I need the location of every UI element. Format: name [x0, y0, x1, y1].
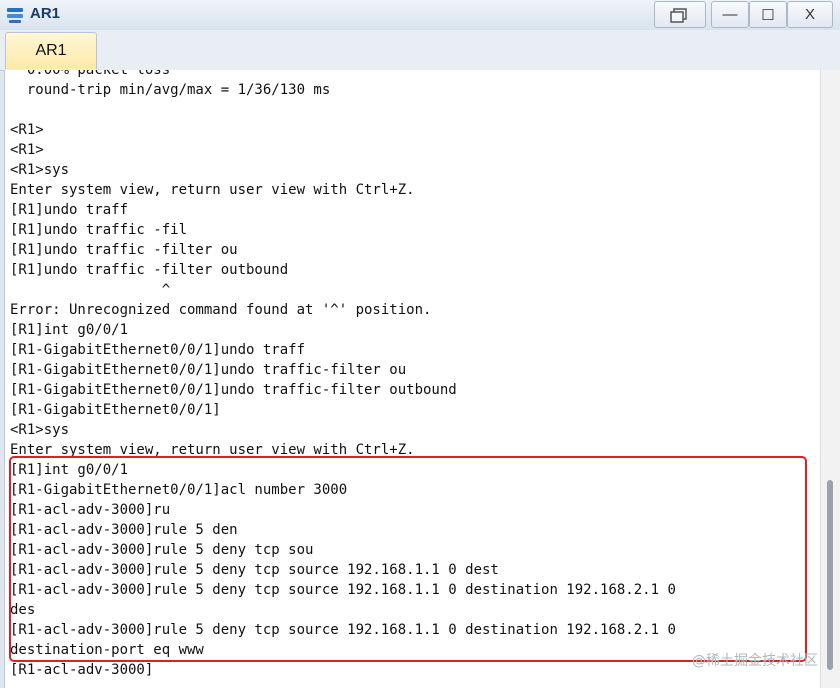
- terminal-line: round-trip min/avg/max = 1/36/130 ms: [10, 82, 331, 98]
- restore-window-icon: [670, 7, 687, 23]
- tab-strip: AR1: [0, 30, 840, 71]
- tab-label: AR1: [35, 42, 67, 59]
- maximize-icon: ☐: [761, 6, 775, 24]
- title-bar: AR1 — ☐ X: [0, 0, 840, 31]
- minimize-button[interactable]: —: [711, 1, 749, 28]
- terminal-line: [R1-acl-adv-3000]: [10, 662, 154, 678]
- maximize-button[interactable]: ☐: [749, 1, 787, 28]
- window-title: AR1: [30, 5, 61, 22]
- terminal-line: [R1]undo traffic -fil: [10, 222, 188, 238]
- terminal-line: <R1>sys: [10, 162, 70, 178]
- highlight-box: [9, 456, 807, 662]
- terminal-line: [R1-GigabitEthernet0/0/1]undo traffic-fi…: [10, 362, 407, 378]
- terminal-line: ^: [10, 282, 171, 298]
- terminal-line: <R1>: [10, 122, 44, 138]
- terminal-line: [R1-GigabitEthernet0/0/1]: [10, 402, 221, 418]
- terminal-line: <R1>sys: [10, 422, 70, 438]
- terminal-line: [R1]undo traff: [10, 202, 129, 218]
- watermark: @稀土掘金技术社区: [692, 653, 818, 669]
- terminal-line: <R1>: [10, 142, 44, 158]
- tab-ar1[interactable]: AR1: [5, 32, 97, 69]
- terminal-line: [R1]undo traffic -filter ou: [10, 242, 238, 258]
- close-icon: X: [804, 6, 815, 23]
- terminal-line: Error: Unrecognized command found at '^'…: [10, 302, 432, 318]
- vertical-scrollbar[interactable]: [820, 70, 840, 688]
- terminal-line: [R1]int g0/0/1: [10, 322, 129, 338]
- terminal-line: [R1-GigabitEthernet0/0/1]undo traff: [10, 342, 306, 358]
- restore-button[interactable]: [654, 1, 706, 28]
- minimize-icon: —: [722, 6, 738, 23]
- terminal-console[interactable]: 0.00% packet loss round-trip min/avg/max…: [4, 70, 821, 688]
- terminal-line: Enter system view, return user view with…: [10, 182, 415, 198]
- terminal-line: [R1]undo traffic -filter outbound: [10, 262, 289, 278]
- close-button[interactable]: X: [787, 1, 833, 28]
- terminal-line: 0.00% packet loss: [10, 70, 171, 78]
- router-icon: [7, 8, 23, 23]
- scroll-thumb[interactable]: [827, 480, 833, 670]
- terminal-line: [R1-GigabitEthernet0/0/1]undo traffic-fi…: [10, 382, 457, 398]
